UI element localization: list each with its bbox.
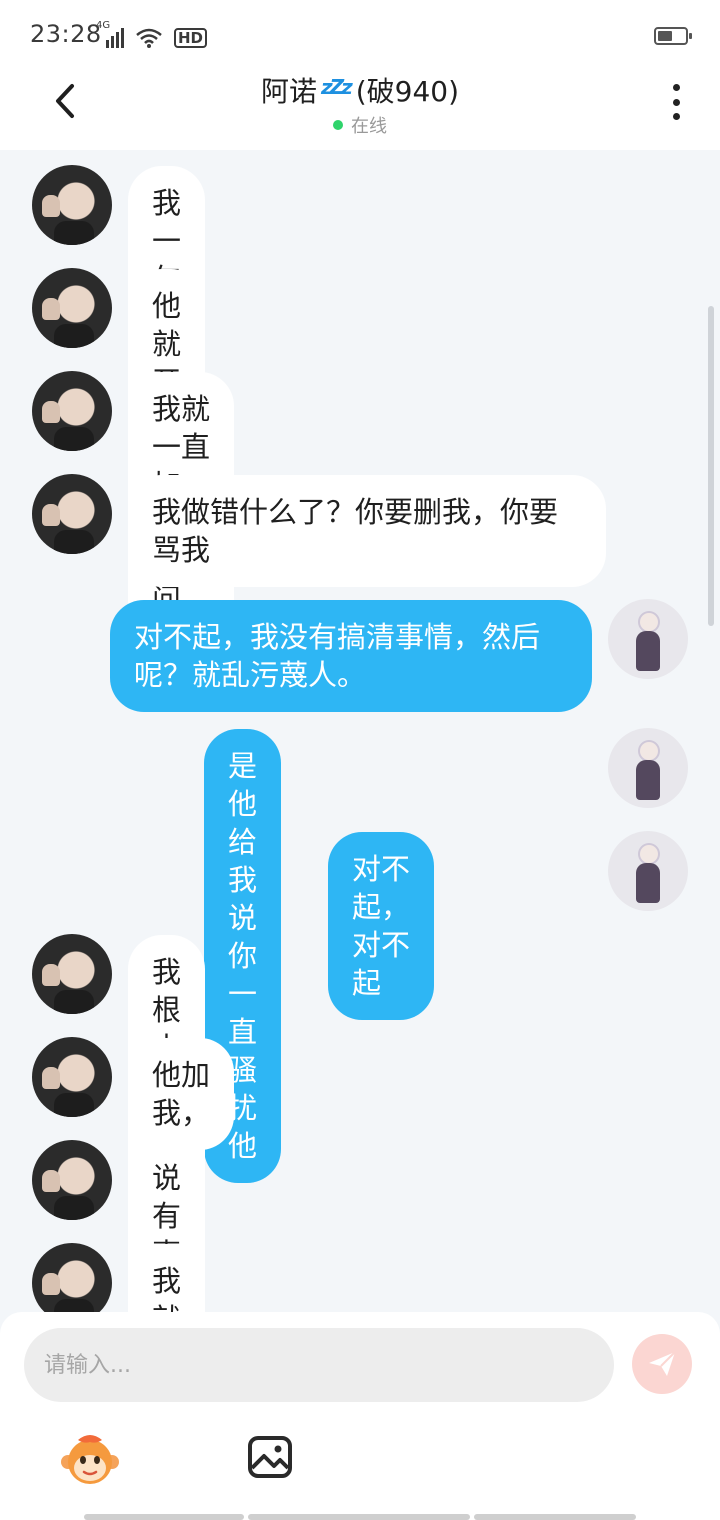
composer-panel bbox=[0, 1312, 720, 1520]
bottom-toolbar-divider bbox=[84, 1514, 636, 1520]
status-time: 23:28 bbox=[30, 20, 102, 48]
monkey-emoji-icon bbox=[61, 1435, 119, 1484]
message-list[interactable]: 我一句话都没跟他说 他就开始删我 我就一直加他，我想问 我做错什么了？你要删我，… bbox=[0, 150, 720, 1312]
online-status-label: 在线 bbox=[351, 116, 387, 137]
message-bubble-incoming[interactable]: 他加我， bbox=[128, 1038, 234, 1150]
message-input[interactable] bbox=[24, 1328, 614, 1402]
sleep-zzz-icon: zZz bbox=[320, 75, 353, 99]
contact-avatar[interactable] bbox=[32, 1140, 112, 1220]
contact-avatar[interactable] bbox=[32, 474, 112, 554]
vertical-dots-icon bbox=[672, 84, 680, 91]
contact-avatar[interactable] bbox=[32, 371, 112, 451]
contact-avatar[interactable] bbox=[32, 1037, 112, 1117]
contact-name: 阿诺 bbox=[260, 75, 317, 108]
my-avatar[interactable] bbox=[608, 831, 688, 911]
more-button[interactable] bbox=[664, 82, 688, 122]
contact-avatar[interactable] bbox=[32, 165, 112, 245]
message-bubble-outgoing[interactable]: 对不起，对不起 bbox=[328, 832, 434, 1020]
send-button[interactable] bbox=[632, 1334, 692, 1394]
contact-avatar[interactable] bbox=[32, 268, 112, 348]
paper-plane-icon bbox=[649, 1351, 676, 1376]
my-avatar[interactable] bbox=[608, 728, 688, 808]
chat-header: 阿诺 zZz (破940) 在线 bbox=[0, 64, 720, 150]
status-bar: 23:28 4G HD bbox=[0, 0, 720, 64]
my-avatar[interactable] bbox=[608, 599, 688, 679]
message-bubble-incoming[interactable]: 我做错什么了？你要删我，你要 骂我 bbox=[128, 475, 606, 587]
status-icons: 4G HD bbox=[96, 20, 208, 48]
message-bubble-outgoing[interactable]: 对不起，我没有搞清事情，然后 呢？就乱污蔑人。 bbox=[110, 600, 592, 712]
image-icon bbox=[248, 1436, 292, 1478]
network-label: 4G bbox=[96, 20, 111, 31]
hd-badge: HD bbox=[174, 28, 208, 48]
image-button[interactable] bbox=[246, 1434, 294, 1480]
title-area: 阿诺 zZz (破940) 在线 bbox=[0, 70, 720, 138]
emoji-button[interactable] bbox=[60, 1432, 120, 1488]
battery-icon bbox=[654, 27, 692, 45]
contact-suffix: (破940) bbox=[355, 75, 460, 108]
scrollbar[interactable] bbox=[708, 306, 714, 626]
online-status: 在线 bbox=[333, 112, 387, 138]
contact-avatar[interactable] bbox=[32, 1243, 112, 1312]
online-dot-icon bbox=[333, 120, 343, 130]
chat-title: 阿诺 zZz (破940) bbox=[261, 70, 459, 110]
message-bubble-incoming[interactable]: 我就同意了 bbox=[128, 1244, 206, 1312]
wifi-icon bbox=[136, 28, 162, 48]
contact-avatar[interactable] bbox=[32, 934, 112, 1014]
